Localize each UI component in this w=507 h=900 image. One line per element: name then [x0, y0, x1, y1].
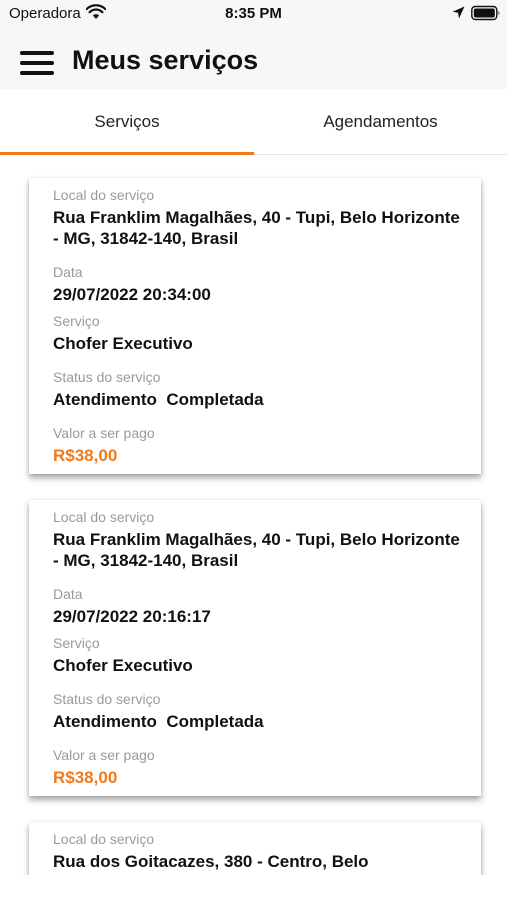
- status-label: Status do serviço: [53, 369, 161, 385]
- status-value: Atendimento Completada: [53, 390, 264, 409]
- location-value: Rua dos Goitacazes, 380 - Centro, Belo: [53, 852, 369, 871]
- service-card[interactable]: Local do serviço Rua dos Goitacazes, 380…: [29, 822, 481, 875]
- date-label: Data: [53, 264, 83, 280]
- location-label: Local do serviço: [53, 509, 155, 525]
- amount-value: R$38,00: [53, 768, 118, 787]
- bottom-safe-area: [0, 875, 507, 900]
- service-label: Serviço: [53, 635, 100, 651]
- amount-label: Valor a ser pago: [53, 425, 155, 441]
- tab-label: Agendamentos: [323, 112, 438, 131]
- location-label: Local do serviço: [53, 831, 155, 847]
- service-card[interactable]: Local do serviço Rua Franklim Magalhães,…: [29, 500, 481, 796]
- page-title: Meus serviços: [72, 45, 259, 75]
- status-bar: Operadora 8:35 PM: [0, 0, 507, 27]
- service-value: Chofer Executivo: [53, 334, 193, 353]
- amount-value: R$38,00: [53, 446, 118, 465]
- status-value: Atendimento Completada: [53, 712, 264, 731]
- date-label: Data: [53, 586, 83, 602]
- date-value: 29/07/2022 20:16:17: [53, 607, 211, 626]
- amount-label: Valor a ser pago: [53, 747, 155, 763]
- status-label: Status do serviço: [53, 691, 161, 707]
- hamburger-menu-icon[interactable]: [20, 49, 56, 79]
- location-value: Rua Franklim Magalhães, 40 - Tupi, Belo …: [53, 530, 460, 570]
- location-icon: [452, 6, 465, 19]
- service-card[interactable]: Local do serviço Rua Franklim Magalhães,…: [29, 178, 481, 474]
- battery-icon: [471, 5, 500, 21]
- location-label: Local do serviço: [53, 187, 155, 203]
- clock: 8:35 PM: [225, 5, 282, 22]
- tab-agendamentos[interactable]: Agendamentos: [254, 89, 507, 155]
- location-value: Rua Franklim Magalhães, 40 - Tupi, Belo …: [53, 208, 460, 248]
- service-value: Chofer Executivo: [53, 656, 193, 675]
- tab-servicos[interactable]: Serviços: [0, 89, 254, 155]
- app-header: Meus serviços: [0, 27, 507, 89]
- date-value: 29/07/2022 20:34:00: [53, 285, 211, 304]
- service-label: Serviço: [53, 313, 100, 329]
- service-list[interactable]: Local do serviço Rua Franklim Magalhães,…: [0, 155, 507, 875]
- tab-label: Serviços: [94, 112, 160, 131]
- tab-bar: Serviços Agendamentos: [0, 89, 507, 155]
